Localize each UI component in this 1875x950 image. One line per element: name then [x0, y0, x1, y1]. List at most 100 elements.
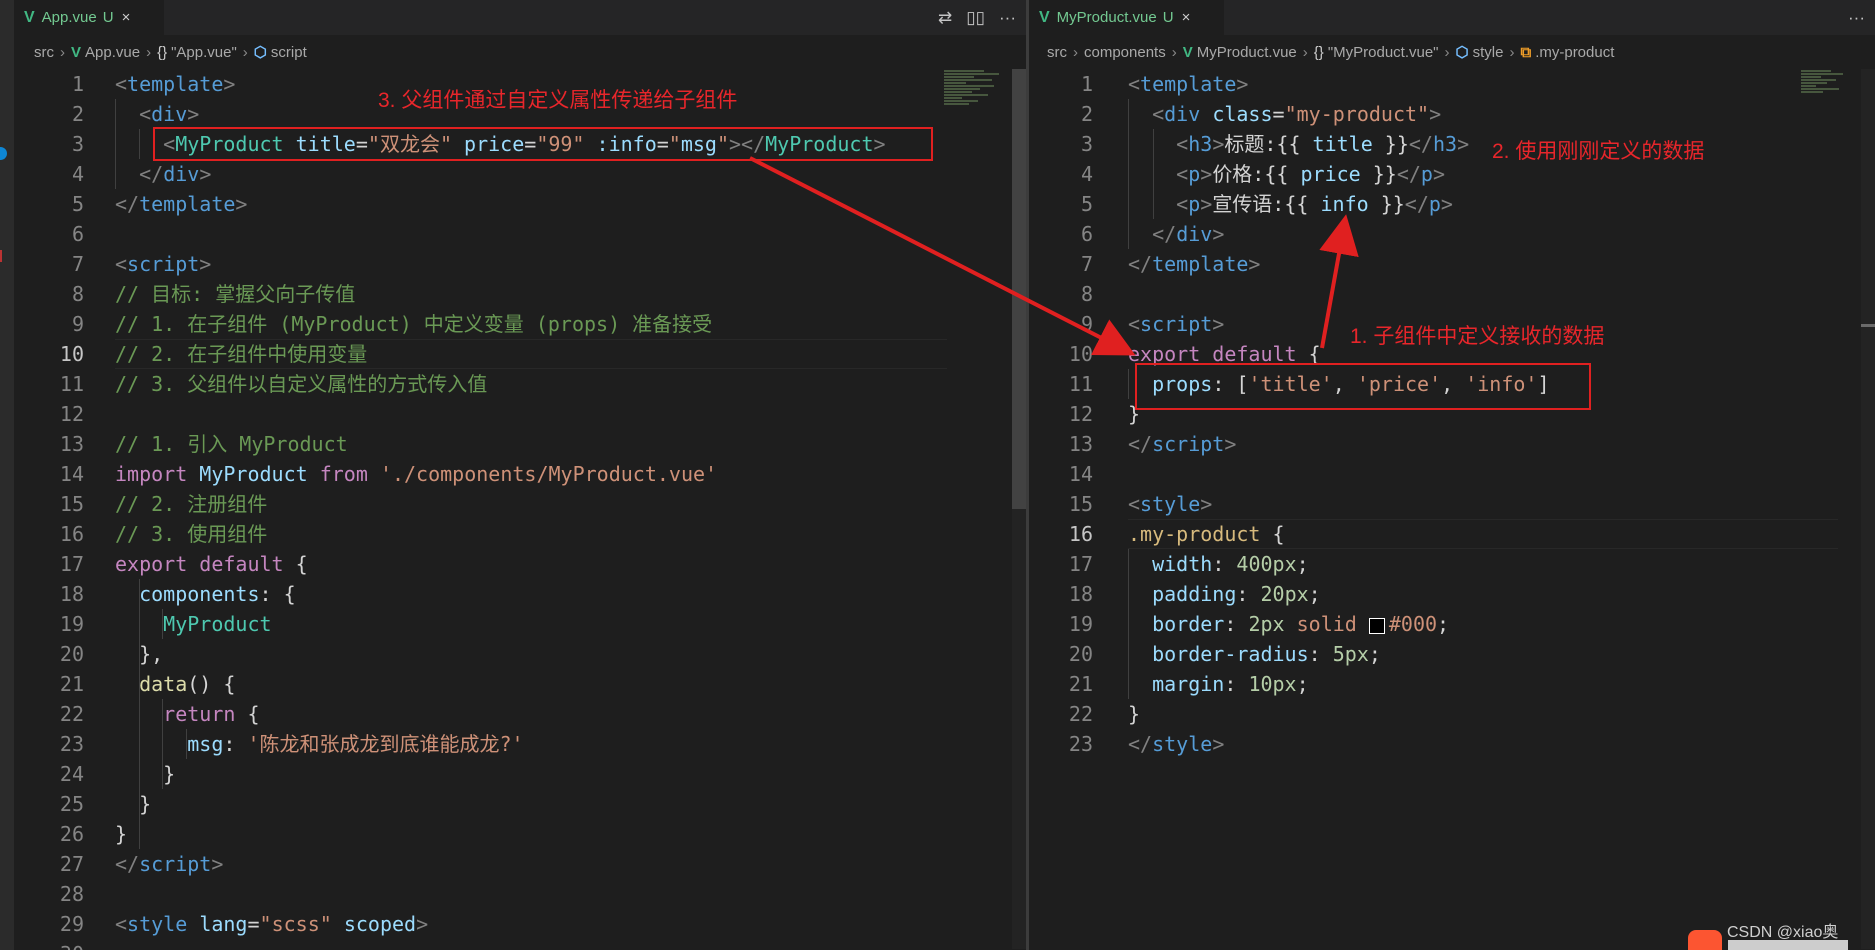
- code-line[interactable]: 24 }: [14, 759, 1026, 789]
- breadcrumb-item-components[interactable]: components: [1084, 44, 1166, 61]
- code-line[interactable]: 7 </template>: [1029, 249, 1875, 279]
- code-line[interactable]: 7 <script>: [14, 249, 1026, 279]
- tab-myproduct-vue[interactable]: V MyProduct.vue U ×: [1029, 0, 1224, 35]
- code-line[interactable]: 17 export default {: [14, 549, 1026, 579]
- breadcrumb-item-src[interactable]: src: [34, 44, 54, 61]
- code-line[interactable]: 9 // 1. 在子组件 (MyProduct) 中定义变量 (props) 准备…: [14, 309, 1026, 339]
- code-line[interactable]: 13 // 1. 引入 MyProduct: [14, 429, 1026, 459]
- tab-app-vue[interactable]: V App.vue U ×: [14, 0, 164, 35]
- code-line[interactable]: 4 <p>价格:{{ price }}</p>: [1029, 159, 1875, 189]
- code-line[interactable]: 10 // 2. 在子组件中使用变量: [14, 339, 1026, 369]
- color-swatch[interactable]: [1368, 617, 1385, 634]
- breadcrumb-item-file[interactable]: MyProduct.vue: [1197, 44, 1297, 61]
- code-line[interactable]: 22}: [1029, 699, 1875, 729]
- code-line[interactable]: 23 msg: '陈龙和张成龙到底谁能成龙?': [14, 729, 1026, 759]
- line-number: 1: [71, 72, 84, 96]
- breadcrumb-item-src[interactable]: src: [1047, 44, 1067, 61]
- code-line[interactable]: 5 </template>: [14, 189, 1026, 219]
- close-icon[interactable]: ×: [122, 9, 131, 26]
- code-line[interactable]: 15 <style>: [1029, 489, 1875, 519]
- code-line[interactable]: 28: [14, 879, 1026, 909]
- code-line[interactable]: 2 <div class="my-product">: [1029, 99, 1875, 129]
- code-line[interactable]: 18 components: {: [14, 579, 1026, 609]
- code-line[interactable]: 3 <h3>标题:{{ title }}</h3>: [1029, 129, 1875, 159]
- code-line[interactable]: 14 import MyProduct from './components/My…: [14, 459, 1026, 489]
- code-line[interactable]: 25 }: [14, 789, 1026, 819]
- line-number: 10: [59, 342, 84, 366]
- code-line[interactable]: 19 MyProduct: [14, 609, 1026, 639]
- code-line[interactable]: 5 <p>宣传语:{{ info }}</p>: [1029, 189, 1875, 219]
- breadcrumb-item-module[interactable]: "MyProduct.vue": [1328, 44, 1439, 61]
- code-line[interactable]: 19 border: 2px solid #000;: [1029, 609, 1875, 639]
- code-line[interactable]: 29 <style lang="scss" scoped>: [14, 909, 1026, 939]
- code-line[interactable]: 20 border-radius: 5px;: [1029, 639, 1875, 669]
- code-line[interactable]: 23 </style>: [1029, 729, 1875, 759]
- breadcrumb-item-file[interactable]: App.vue: [85, 44, 140, 61]
- watermark: CSDN @xiao奥: [1727, 924, 1839, 941]
- code-text: .my-product {: [1128, 522, 1285, 546]
- line-number: 12: [1068, 402, 1093, 426]
- line-number: 18: [59, 582, 84, 606]
- code-line[interactable]: 21 margin: 10px;: [1029, 669, 1875, 699]
- code-text: }: [1128, 702, 1141, 726]
- code-line[interactable]: 27 </script>: [14, 849, 1026, 879]
- code-text: msg: '陈龙和张成龙到底谁能成龙?': [187, 732, 524, 756]
- code-text: }: [139, 792, 152, 816]
- vue-file-icon: V: [1039, 8, 1050, 26]
- code-line[interactable]: 8: [1029, 279, 1875, 309]
- code-line[interactable]: 12: [14, 399, 1026, 429]
- code-line[interactable]: 21 data() {: [14, 669, 1026, 699]
- line-number: 24: [59, 762, 84, 786]
- code-line[interactable]: 6: [14, 219, 1026, 249]
- compare-icon[interactable]: ⇄: [938, 8, 952, 28]
- tab-label: App.vue: [41, 9, 97, 26]
- code-editor[interactable]: 1 <template> 2 <div> 3 <MyProduct title="双龙…: [14, 69, 1026, 950]
- cube-icon: ⬡: [253, 44, 267, 61]
- code-text: // 目标: 掌握父向子传值: [115, 282, 356, 306]
- breadcrumb-item-script[interactable]: script: [271, 44, 307, 61]
- code-line[interactable]: 11 // 3. 父组件以自定义属性的方式传入值: [14, 369, 1026, 399]
- code-line[interactable]: 16 .my-product {: [1029, 519, 1875, 549]
- code-line[interactable]: 17 width: 400px;: [1029, 549, 1875, 579]
- scrollbar[interactable]: [1861, 69, 1875, 949]
- code-line[interactable]: 4 </div>: [14, 159, 1026, 189]
- code-line[interactable]: 18 padding: 20px;: [1029, 579, 1875, 609]
- scrollbar-thumb[interactable]: [1861, 324, 1875, 327]
- code-line[interactable]: 22 return {: [14, 699, 1026, 729]
- code-line[interactable]: 14: [1029, 459, 1875, 489]
- line-number: 26: [59, 822, 84, 846]
- code-line[interactable]: 8 // 目标: 掌握父向子传值: [14, 279, 1026, 309]
- close-icon[interactable]: ×: [1182, 9, 1191, 26]
- code-text: </script>: [115, 852, 224, 876]
- code-line[interactable]: 13 </script>: [1029, 429, 1875, 459]
- code-text: </div>: [139, 162, 212, 186]
- chevron-right-icon: ›: [146, 43, 152, 61]
- code-line[interactable]: 16 // 3. 使用组件: [14, 519, 1026, 549]
- breadcrumb-item-module[interactable]: "App.vue": [171, 44, 237, 61]
- code-editor[interactable]: 1 <template> 2 <div class="my-product"> 3 <…: [1029, 69, 1875, 950]
- scrollbar[interactable]: [1012, 69, 1026, 949]
- chevron-right-icon: ›: [1444, 43, 1450, 61]
- breadcrumb-item-style[interactable]: style: [1473, 44, 1504, 61]
- notification-dot[interactable]: [0, 147, 7, 160]
- code-line[interactable]: 26}: [14, 819, 1026, 849]
- split-editor-icon[interactable]: ▯▯: [966, 8, 985, 28]
- code-line[interactable]: 15 // 2. 注册组件: [14, 489, 1026, 519]
- line-number: 8: [1080, 282, 1093, 306]
- minimap[interactable]: [944, 69, 1004, 149]
- code-line[interactable]: 30: [14, 939, 1026, 950]
- minimap[interactable]: [1801, 69, 1861, 149]
- scrollbar-thumb[interactable]: [1012, 69, 1026, 509]
- code-line[interactable]: 1 <template>: [1029, 69, 1875, 99]
- code-line[interactable]: 20 },: [14, 639, 1026, 669]
- line-number: 20: [59, 642, 84, 666]
- line-number: 27: [59, 852, 84, 876]
- more-actions-icon[interactable]: ···: [999, 8, 1016, 28]
- left-editor-pane: V App.vue U × ⇄ ▯▯ ··· src › V App.vue ›…: [14, 0, 1026, 950]
- code-line[interactable]: 6 </div>: [1029, 219, 1875, 249]
- more-actions-icon[interactable]: ···: [1848, 8, 1865, 28]
- tab-label: MyProduct.vue: [1056, 9, 1157, 26]
- annotation-parent-pass: 3. 父组件通过自定义属性传递给子组件: [378, 89, 738, 112]
- code-text: // 2. 在子组件中使用变量: [115, 342, 368, 366]
- breadcrumb-item-selector[interactable]: .my-product: [1535, 44, 1614, 61]
